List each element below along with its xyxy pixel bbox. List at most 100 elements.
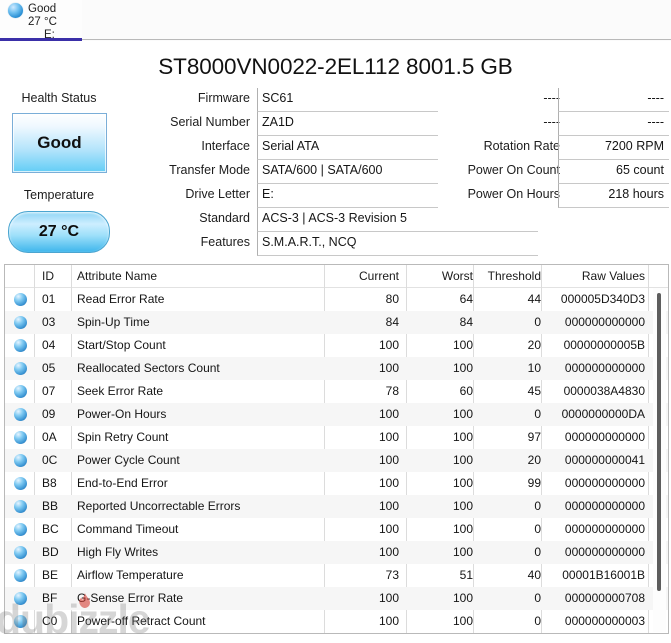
info-text-interface: Serial ATA (262, 139, 320, 153)
cell-raw: 000000000000 (564, 499, 645, 513)
table-row[interactable]: BE Airflow Temperature 73 51 40 00001B16001B (5, 564, 668, 587)
info-value-power-on-count[interactable]: 65 count (558, 160, 669, 184)
cell-worst: 64 (459, 292, 473, 306)
cell-worst: 100 (452, 453, 473, 467)
column-header-id[interactable]: ID (42, 269, 54, 283)
cell-id: BE (42, 568, 59, 582)
cell-threshold: 0 (534, 614, 541, 628)
table-row[interactable]: 0C Power Cycle Count 100 100 20 000000000041 (5, 449, 668, 472)
table-body: 01 Read Error Rate 80 64 44 000005D340D3 03 Spi… (5, 288, 668, 632)
cell-name: Airflow Temperature (77, 568, 184, 582)
cell-name: Spin Retry Count (77, 430, 169, 444)
table-row[interactable]: 05 Reallocated Sectors Count 100 100 10 00000… (5, 357, 668, 380)
info-row-transfer-mode: Transfer Mode SATA/600 | SATA/600 (100, 160, 438, 184)
table-row[interactable]: 0A Spin Retry Count 100 100 97 000000000000 (5, 426, 668, 449)
cell-worst: 84 (459, 315, 473, 329)
cell-raw: 000000000708 (564, 591, 645, 605)
column-header-raw[interactable]: Raw Values (545, 269, 645, 283)
info-text-standard: ACS-3 | ACS-3 Revision 5 (262, 211, 407, 225)
table-header-row: ID Attribute Name Current Worst Threshol… (5, 265, 668, 288)
info-text-power-on-hours: 218 hours (608, 187, 664, 201)
info-value-blank-2[interactable]: ---- (558, 112, 669, 136)
table-row[interactable]: 04 Start/Stop Count 100 100 20 00000000005B (5, 334, 668, 357)
info-value-serial-number[interactable]: ZA1D (257, 112, 438, 136)
table-row[interactable]: 03 Spin-Up Time 84 84 0 000000000000 (5, 311, 668, 334)
tab-strip: Good 27 °C E: (0, 0, 671, 41)
column-header-name[interactable]: Attribute Name (77, 269, 157, 283)
cell-current: 100 (378, 453, 399, 467)
table-scrollbar-thumb[interactable] (657, 293, 661, 591)
tab-health-status-label: Good (28, 3, 57, 15)
table-row[interactable]: BB Reported Uncorrectable Errors 100 100 0 00… (5, 495, 668, 518)
info-row-firmware: Firmware SC61 (100, 88, 438, 112)
cell-name: End-to-End Error (77, 476, 168, 490)
info-label-power-on-hours: Power On Hours (467, 187, 560, 201)
cell-raw: 000000000000 (564, 361, 645, 375)
info-value-firmware[interactable]: SC61 (257, 88, 438, 112)
info-label-serial-number: Serial Number (170, 115, 250, 129)
info-value-drive-letter[interactable]: E: (257, 184, 438, 208)
info-value-power-on-hours[interactable]: 218 hours (558, 184, 669, 208)
table-row[interactable]: 01 Read Error Rate 80 64 44 000005D340D3 (5, 288, 668, 311)
column-header-threshold[interactable]: Threshold (479, 269, 541, 283)
cell-name: Power-On Hours (77, 407, 167, 421)
page-title: ST8000VN0022-2EL112 8001.5 GB (158, 54, 513, 79)
cell-name: High Fly Writes (77, 545, 159, 559)
cell-worst: 100 (452, 614, 473, 628)
info-text-serial-number: ZA1D (262, 115, 294, 129)
cell-threshold: 44 (527, 292, 541, 306)
cell-current: 100 (378, 407, 399, 421)
cell-current: 100 (378, 430, 399, 444)
info-label-transfer-mode: Transfer Mode (169, 163, 250, 177)
blue-sphere-icon (14, 523, 27, 536)
table-row[interactable]: 09 Power-On Hours 100 100 0 0000000000DA (5, 403, 668, 426)
table-row[interactable]: 07 Seek Error Rate 78 60 45 0000038A4830 (5, 380, 668, 403)
cell-current: 80 (385, 292, 399, 306)
cell-threshold: 0 (534, 499, 541, 513)
cell-threshold: 20 (527, 338, 541, 352)
blue-sphere-icon (14, 592, 27, 605)
info-value-standard[interactable]: ACS-3 | ACS-3 Revision 5 (257, 208, 538, 232)
info-value-blank-1[interactable]: ---- (558, 88, 669, 112)
info-row-blank-1: ---- ---- (430, 88, 670, 112)
cell-name: Command Timeout (77, 522, 179, 536)
cell-worst: 100 (452, 338, 473, 352)
blue-sphere-icon (14, 454, 27, 467)
table-row[interactable]: BF G-Sense Error Rate 100 100 0 000000000708 (5, 587, 668, 610)
column-header-worst[interactable]: Worst (405, 269, 473, 283)
table-row[interactable]: BD High Fly Writes 100 100 0 000000000000 (5, 541, 668, 564)
cell-id: 01 (42, 292, 56, 306)
cell-current: 100 (378, 338, 399, 352)
table-row[interactable]: BC Command Timeout 100 100 0 000000000000 (5, 518, 668, 541)
cell-current: 100 (378, 476, 399, 490)
cell-id: 03 (42, 315, 56, 329)
cell-worst: 100 (452, 591, 473, 605)
info-row-power-on-hours: Power On Hours 218 hours (430, 184, 670, 208)
column-header-current[interactable]: Current (315, 269, 399, 283)
info-label-rotation-rate: Rotation Rate (483, 139, 560, 153)
table-row[interactable]: C1Load/Unload Cycle Count100100000000000… (5, 633, 668, 634)
info-row-features: Features S.M.A.R.T., NCQ (100, 232, 538, 256)
info-value-features[interactable]: S.M.A.R.T., NCQ (257, 232, 538, 256)
temperature-badge[interactable]: 27 °C (8, 211, 110, 253)
cell-current: 100 (378, 361, 399, 375)
info-value-rotation-rate[interactable]: 7200 RPM (558, 136, 669, 160)
cell-raw: 000000000000 (564, 315, 645, 329)
health-status-badge[interactable]: Good (12, 113, 107, 173)
blue-sphere-icon (14, 569, 27, 582)
temperature-value: 27 °C (38, 223, 80, 240)
info-text-drive-letter: E: (262, 187, 274, 201)
info-value-interface[interactable]: Serial ATA (257, 136, 438, 160)
info-label-drive-letter: Drive Letter (185, 187, 250, 201)
table-row[interactable]: B8 End-to-End Error 100 100 99 000000000000 (5, 472, 668, 495)
blue-sphere-icon (14, 431, 27, 444)
cell-raw: 000000000000 (564, 545, 645, 559)
cell-raw: 000000000041 (564, 453, 645, 467)
cell-worst: 100 (452, 522, 473, 536)
cell-name: Reallocated Sectors Count (77, 361, 220, 375)
info-value-transfer-mode[interactable]: SATA/600 | SATA/600 (257, 160, 438, 184)
table-row[interactable]: C0 Power-off Retract Count 100 100 0 00000000… (5, 610, 668, 633)
info-row-drive-letter: Drive Letter E: (100, 184, 438, 208)
blue-sphere-icon (14, 339, 27, 352)
cell-raw: 000000000000 (564, 476, 645, 490)
